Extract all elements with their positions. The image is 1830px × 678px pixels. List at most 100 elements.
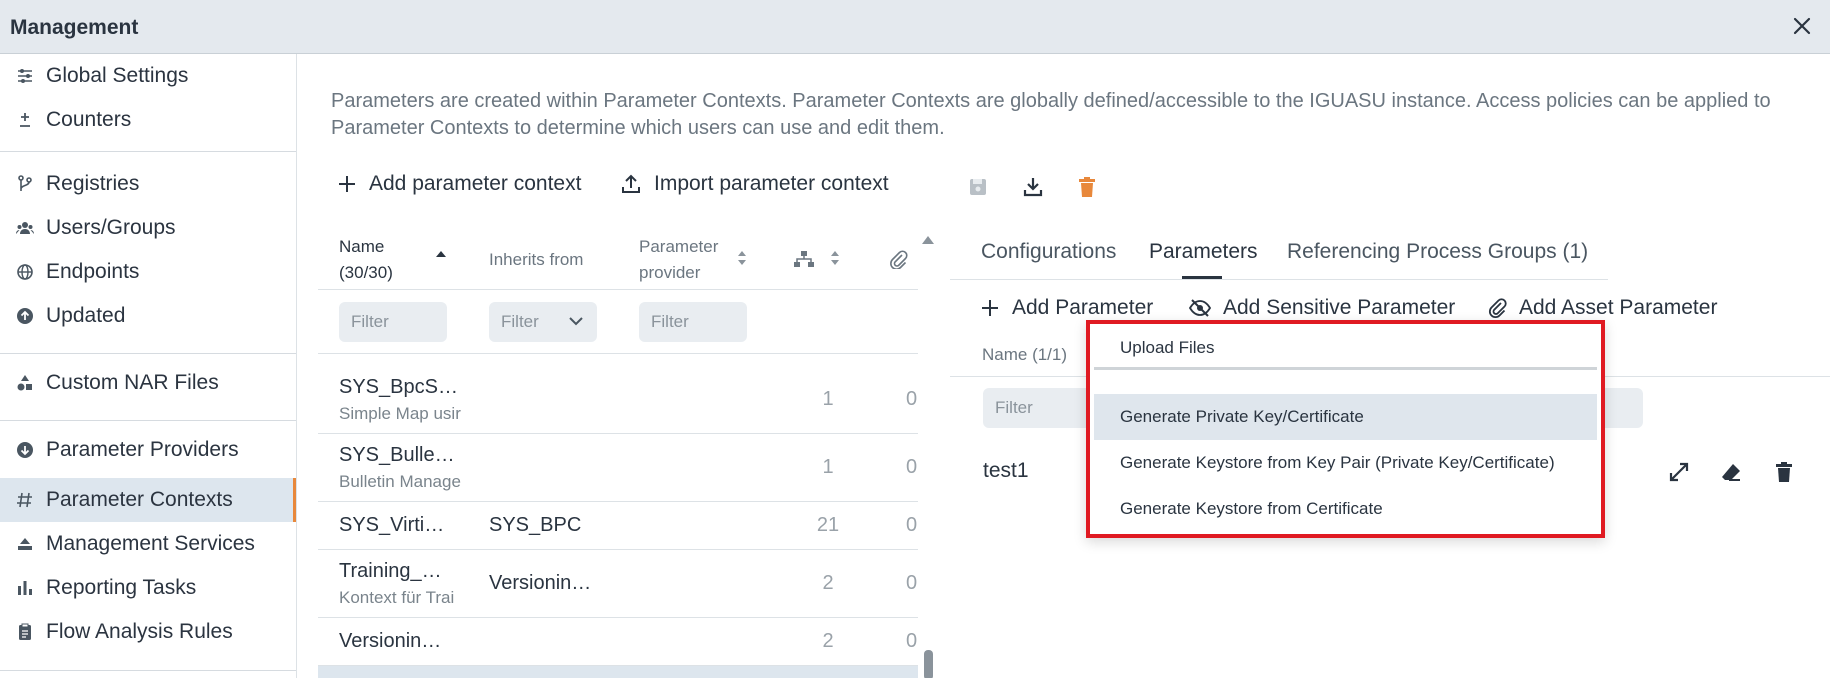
delete-parameter-icon[interactable] (1771, 459, 1797, 485)
row-assets: 0 (906, 456, 918, 478)
bar-chart-icon (16, 579, 34, 597)
column-header-inherits[interactable]: Inherits from (489, 247, 583, 273)
row-count: 2 (822, 630, 834, 652)
sidebar-item-label: Users/Groups (46, 216, 176, 239)
stack-icon (16, 535, 34, 553)
sort-icon[interactable] (736, 249, 748, 267)
table-row[interactable]: SYS_Bulle… Bulletin Manage 1 0 (318, 434, 918, 502)
plus-icon (982, 300, 998, 316)
add-sensitive-parameter-label: Add Sensitive Parameter (1223, 296, 1456, 319)
sidebar-item-parameter-contexts[interactable]: Parameter Contexts (0, 478, 296, 522)
sidebar-item-label: Global Settings (46, 64, 189, 87)
row-assets: 0 (906, 388, 918, 410)
row-assets: 0 (906, 514, 918, 536)
row-count: 1 (822, 456, 834, 478)
table-row[interactable]: SYS_Virti… SYS_BPC 21 0 (318, 502, 918, 550)
upload-icon (622, 174, 640, 193)
sidebar-item-parameter-providers[interactable]: Parameter Providers (0, 428, 296, 472)
clipboard-icon (16, 623, 34, 641)
close-icon[interactable] (1788, 12, 1816, 40)
sidebar-item-management-services[interactable]: Management Services (0, 522, 296, 566)
shapes-icon (16, 374, 34, 392)
parameter-name[interactable]: test1 (983, 459, 1029, 483)
sidebar-divider (0, 353, 296, 354)
tab-parameters[interactable]: Parameters (1149, 240, 1258, 264)
column-header-param-name[interactable]: Name (1/1) (982, 345, 1067, 365)
header-divider (318, 289, 918, 290)
table-row[interactable]: Training_… Kontext für Trai Versionin… 2… (318, 550, 918, 618)
add-parameter-button[interactable]: Add Parameter (980, 296, 1153, 320)
sort-icon[interactable] (829, 249, 841, 267)
table-row[interactable]: SYS_BpcS… Simple Map usir 1 0 (318, 366, 918, 434)
table-row-selected[interactable] (318, 666, 918, 678)
column-header-name[interactable]: Name (30/30) (339, 234, 393, 286)
inherits-filter-select[interactable]: Filter (489, 302, 597, 342)
eye-off-icon (1189, 299, 1211, 317)
globe-icon (16, 263, 34, 281)
row-inherits: Versionin… (489, 572, 592, 594)
sidebar-item-label: Parameter Contexts (46, 488, 233, 511)
sidebar-item-updated[interactable]: Updated (0, 294, 296, 338)
add-sensitive-parameter-button[interactable]: Add Sensitive Parameter (1189, 296, 1455, 320)
add-parameter-dropdown-menu: Upload Files Generate Private Key/Certif… (1086, 320, 1605, 538)
hierarchy-icon (794, 251, 814, 267)
menu-item-upload-files[interactable]: Upload Files (1094, 328, 1597, 370)
plus-icon (339, 176, 355, 192)
column-header-provider-line2: provider (639, 263, 701, 282)
sidebar-item-counters[interactable]: Counters (0, 98, 296, 142)
row-name: SYS_BpcS… (339, 376, 458, 398)
download-icon[interactable] (1020, 174, 1046, 200)
add-parameter-context-label: Add parameter context (369, 172, 582, 195)
sidebar-divider (0, 420, 296, 421)
row-name: SYS_Virti… (339, 514, 445, 536)
detail-tabs: Configurations Parameters Referencing Pr… (950, 232, 1608, 280)
paperclip-icon (890, 250, 908, 269)
row-count: 21 (816, 514, 840, 536)
name-filter-input[interactable]: Filter (339, 302, 447, 342)
tab-configurations[interactable]: Configurations (981, 240, 1116, 264)
sidebar-item-flow-analysis-rules[interactable]: Flow Analysis Rules (0, 610, 296, 654)
window-title: Management (10, 16, 139, 39)
sidebar-item-label: Registries (46, 172, 140, 195)
row-name: SYS_Bulle… (339, 444, 455, 466)
filter-divider (318, 353, 918, 354)
sidebar-item-users-groups[interactable]: Users/Groups (0, 206, 296, 250)
sidebar-item-global-settings[interactable]: Global Settings (0, 54, 296, 98)
expand-icon[interactable] (1666, 459, 1692, 485)
tab-referencing-process-groups[interactable]: Referencing Process Groups (1) (1287, 240, 1588, 264)
sidebar-item-custom-nar-files[interactable]: Custom NAR Files (0, 361, 296, 405)
import-parameter-context-button[interactable]: Import parameter context (620, 172, 889, 196)
row-assets: 0 (906, 630, 918, 652)
table-scrollbar[interactable] (918, 232, 938, 678)
menu-item-generate-keystore-from-key-pair[interactable]: Generate Keystore from Key Pair (Private… (1094, 440, 1597, 486)
column-header-provider[interactable]: Parameter provider (639, 234, 718, 286)
branch-icon (16, 175, 34, 193)
row-description: Bulletin Manage (339, 472, 461, 491)
row-name: Versionin… (339, 630, 442, 652)
table-row[interactable]: Versionin… 2 0 (318, 618, 918, 666)
add-parameter-context-button[interactable]: Add parameter context (337, 172, 581, 196)
parameter-contexts-table: Name (30/30) Inherits from Parameter pro… (318, 225, 918, 678)
column-header-name-count: (30/30) (339, 263, 393, 282)
add-asset-parameter-button[interactable]: Add Asset Parameter (1487, 296, 1717, 320)
provider-filter-input[interactable]: Filter (639, 302, 747, 342)
save-icon[interactable] (965, 174, 991, 200)
row-count: 2 (822, 572, 834, 594)
sidebar-item-label: Reporting Tasks (46, 576, 197, 599)
trash-icon[interactable] (1074, 174, 1100, 200)
sidebar-item-endpoints[interactable]: Endpoints (0, 250, 296, 294)
page-description: Parameters are created within Parameter … (331, 90, 1771, 139)
sidebar-item-registries[interactable]: Registries (0, 162, 296, 206)
sidebar-item-label: Counters (46, 108, 132, 131)
sidebar: Global Settings Counters Registries User… (0, 54, 297, 678)
import-parameter-context-label: Import parameter context (654, 172, 889, 195)
add-asset-parameter-label: Add Asset Parameter (1519, 296, 1718, 319)
add-parameter-label: Add Parameter (1012, 296, 1154, 319)
sort-asc-icon[interactable] (435, 249, 447, 259)
menu-item-generate-private-key[interactable]: Generate Private Key/Certificate (1094, 394, 1597, 440)
sidebar-item-reporting-tasks[interactable]: Reporting Tasks (0, 566, 296, 610)
eraser-icon[interactable] (1718, 459, 1744, 485)
menu-item-generate-keystore-from-certificate[interactable]: Generate Keystore from Certificate (1094, 486, 1597, 532)
paperclip-icon (1488, 298, 1507, 319)
sidebar-divider (0, 670, 296, 671)
